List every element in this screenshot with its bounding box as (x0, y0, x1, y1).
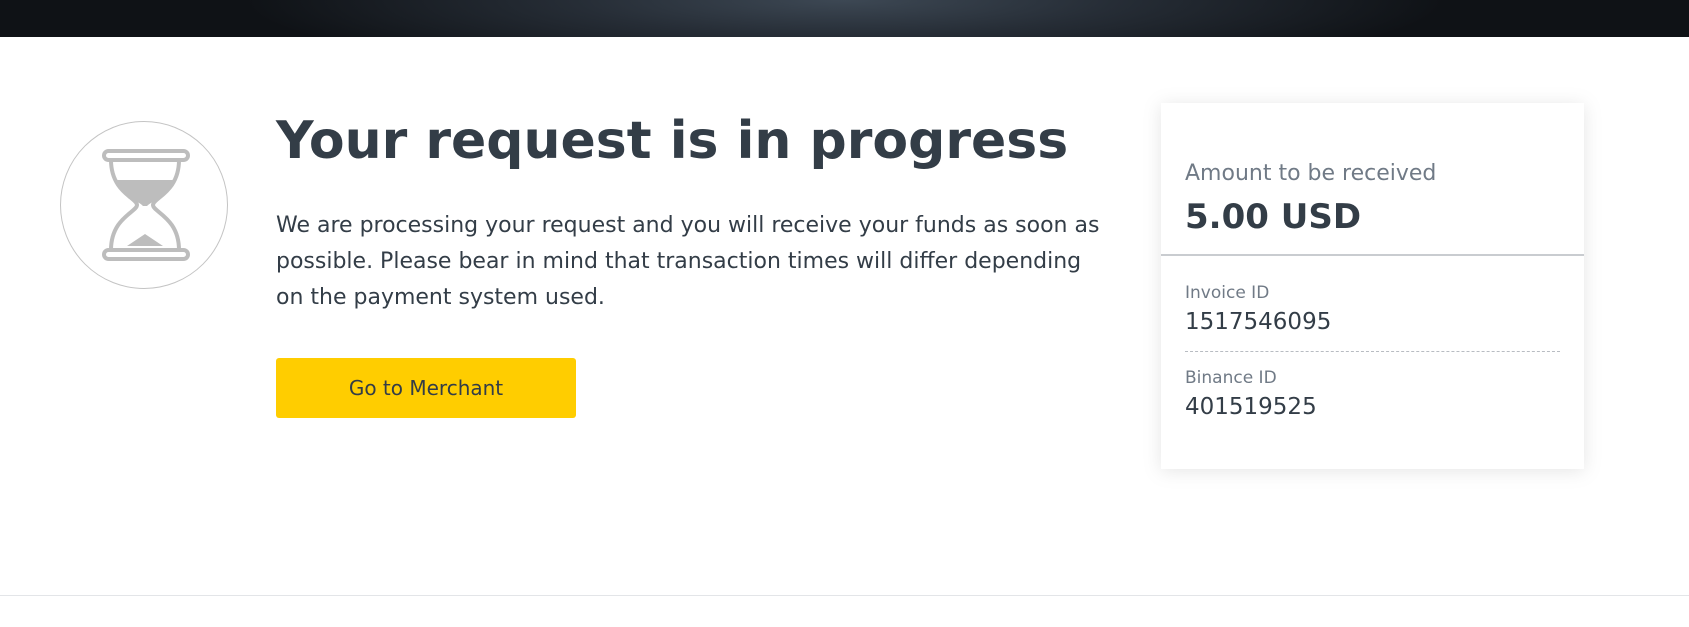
page-title: Your request is in progress (276, 111, 1069, 171)
go-to-merchant-button[interactable]: Go to Merchant (276, 358, 576, 418)
amount-value: 5.00 USD (1185, 197, 1362, 237)
invoice-id-value: 1517546095 (1185, 309, 1332, 335)
receipt-bottom-edge (1161, 461, 1584, 469)
status-description: We are processing your request and you w… (276, 213, 1100, 310)
amount-label: Amount to be received (1185, 161, 1437, 186)
amount-divider (1161, 254, 1584, 256)
receipt-card: Amount to be received 5.00 USD Invoice I… (1161, 103, 1584, 469)
hourglass-icon (60, 121, 228, 289)
invoice-id-label: Invoice ID (1185, 283, 1270, 303)
binance-id-label: Binance ID (1185, 368, 1277, 388)
binance-id-value: 401519525 (1185, 394, 1317, 420)
footer-divider (0, 595, 1689, 596)
top-header-bar (0, 0, 1689, 37)
field-divider (1185, 351, 1560, 352)
